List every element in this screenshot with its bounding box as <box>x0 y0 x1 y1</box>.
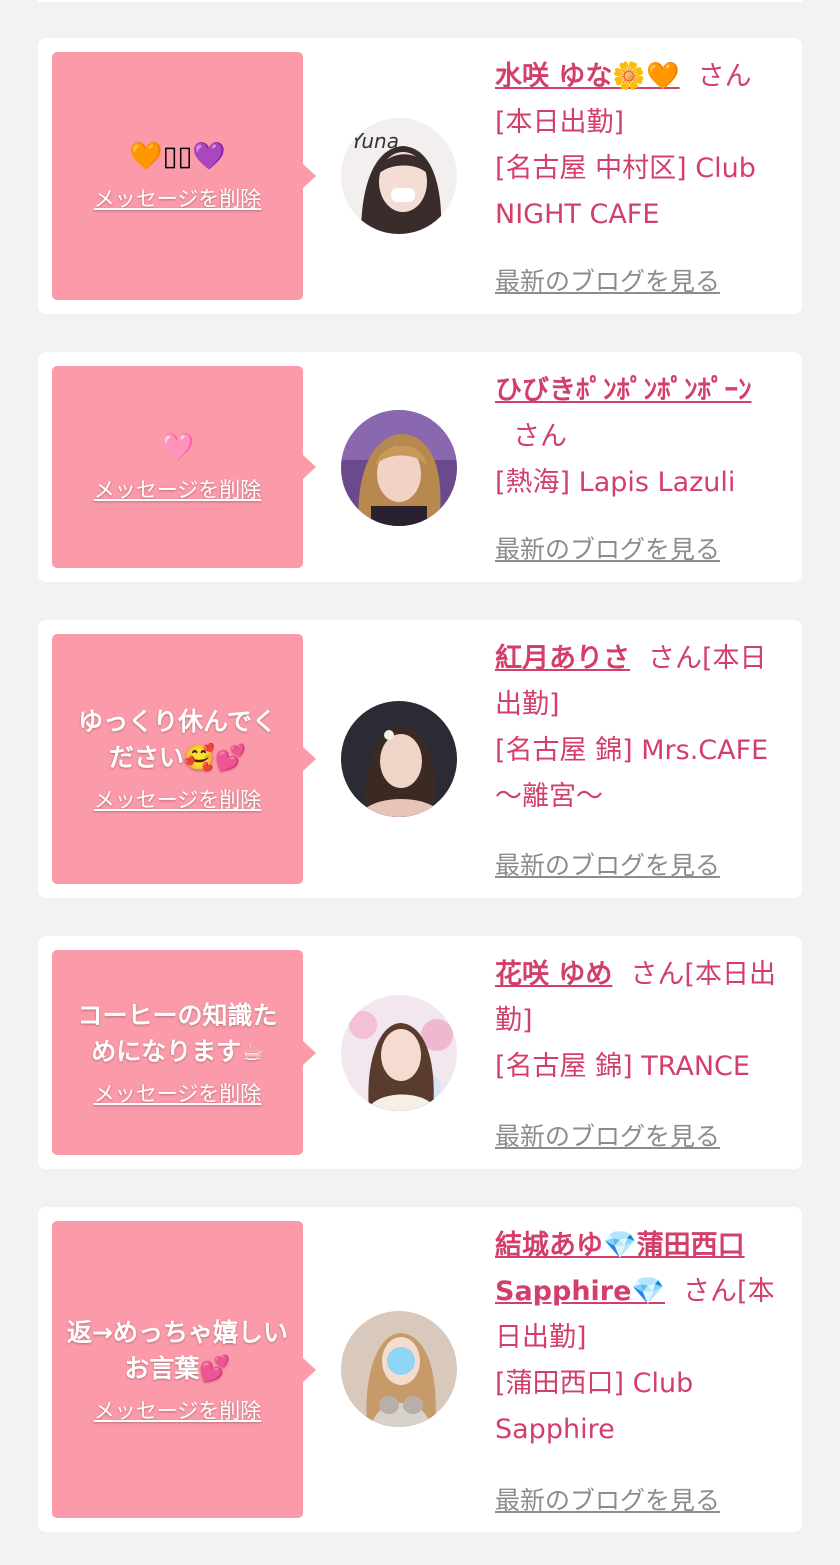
message-bubble: 🧡▯▯💜 メッセージを削除 <box>52 52 316 300</box>
message-text: 🩷 <box>160 432 195 463</box>
latest-blog-link[interactable]: 最新のブログを見る <box>495 1117 720 1153</box>
delete-message-link[interactable]: メッセージを削除 <box>94 183 262 213</box>
shop-area: [名古屋 中村区] Club NIGHT CAFE <box>495 153 756 230</box>
message-text: コーヒーの知識ためになります☕ <box>77 1000 278 1066</box>
message-text: 🧡▯▯💜 <box>129 141 226 172</box>
cast-name-link[interactable]: 水咲 ゆな🌼🧡 <box>495 61 680 92</box>
message-text: ゆっくり休んでください🥰💕 <box>78 707 277 772</box>
cast-name-link[interactable]: ひびきﾎﾟﾝﾎﾟﾝﾎﾟﾝﾎﾟｰﾝ <box>495 375 752 406</box>
message-text: 返→めっちゃ嬉しいお言葉💕 <box>67 1317 288 1383</box>
favorite-card: コーヒーの知識ためになります☕ メッセージを削除 花咲 ゆめ さん[本日出勤] [… <box>38 936 802 1169</box>
previous-card-edge <box>38 0 802 2</box>
honorific: さん <box>513 421 567 452</box>
avatar[interactable] <box>341 410 457 526</box>
work-status: [本日出勤] <box>495 107 625 138</box>
favorite-card: 🩷 メッセージを削除 ひびきﾎﾟﾝﾎﾟﾝﾎﾟﾝﾎﾟｰﾝ さん [熱海] Lapis… <box>38 352 802 582</box>
shop-area: [名古屋 錦] Mrs.CAFE ～離宮～ <box>495 735 769 812</box>
favorite-card: ゆっくり休んでください🥰💕 メッセージを削除 紅月ありさ さん[本日出勤] [名古… <box>38 620 802 898</box>
favorite-card: 返→めっちゃ嬉しいお言葉💕 メッセージを削除 結城あゆ💎蒲田西口Sapphire… <box>38 1207 802 1532</box>
honorific: さん <box>697 61 752 92</box>
cast-name-link[interactable]: 紅月ありさ <box>495 643 630 674</box>
message-bubble: 返→めっちゃ嬉しいお言葉💕 メッセージを削除 <box>52 1221 316 1518</box>
shop-area: [名古屋 錦] TRANCE <box>495 1051 750 1082</box>
latest-blog-link[interactable]: 最新のブログを見る <box>495 262 720 298</box>
honorific: さん <box>648 643 702 674</box>
latest-blog-link[interactable]: 最新のブログを見る <box>495 1481 720 1517</box>
delete-message-link[interactable]: メッセージを削除 <box>94 784 262 814</box>
shop-area: [熱海] Lapis Lazuli <box>495 467 736 498</box>
favorite-card: 🧡▯▯💜 メッセージを削除 Yuna 水咲 ゆな🌼🧡 さん [本日出勤] [名古屋… <box>38 38 802 314</box>
message-bubble: ゆっくり休んでください🥰💕 メッセージを削除 <box>52 634 316 884</box>
profile-info: 結城あゆ💎蒲田西口Sapphire💎 さん[本日出勤] [蒲田西口] Club S… <box>495 1223 788 1453</box>
avatar[interactable] <box>341 701 457 817</box>
avatar[interactable] <box>341 995 457 1111</box>
cast-name-link[interactable]: 花咲 ゆめ <box>495 959 612 990</box>
delete-message-link[interactable]: メッセージを削除 <box>94 1395 262 1425</box>
latest-blog-link[interactable]: 最新のブログを見る <box>495 530 720 566</box>
message-bubble: 🩷 メッセージを削除 <box>52 366 316 568</box>
avatar[interactable]: Yuna <box>341 118 457 234</box>
profile-info: 花咲 ゆめ さん[本日出勤] [名古屋 錦] TRANCE <box>495 952 788 1090</box>
delete-message-link[interactable]: メッセージを削除 <box>94 1078 262 1108</box>
delete-message-link[interactable]: メッセージを削除 <box>94 474 262 504</box>
avatar[interactable] <box>341 1311 457 1427</box>
profile-info: ひびきﾎﾟﾝﾎﾟﾝﾎﾟﾝﾎﾟｰﾝ さん [熱海] Lapis Lazuli <box>495 368 788 506</box>
message-bubble: コーヒーの知識ためになります☕ メッセージを削除 <box>52 950 316 1155</box>
profile-info: 水咲 ゆな🌼🧡 さん [本日出勤] [名古屋 中村区] Club NIGHT CA… <box>495 54 788 238</box>
profile-info: 紅月ありさ さん[本日出勤] [名古屋 錦] Mrs.CAFE ～離宮～ <box>495 636 788 820</box>
avatar-caption: Yuna <box>351 129 399 153</box>
shop-area: [蒲田西口] Club Sapphire <box>495 1368 694 1445</box>
latest-blog-link[interactable]: 最新のブログを見る <box>495 846 720 882</box>
honorific: さん <box>630 959 685 990</box>
honorific: さん <box>683 1276 738 1307</box>
